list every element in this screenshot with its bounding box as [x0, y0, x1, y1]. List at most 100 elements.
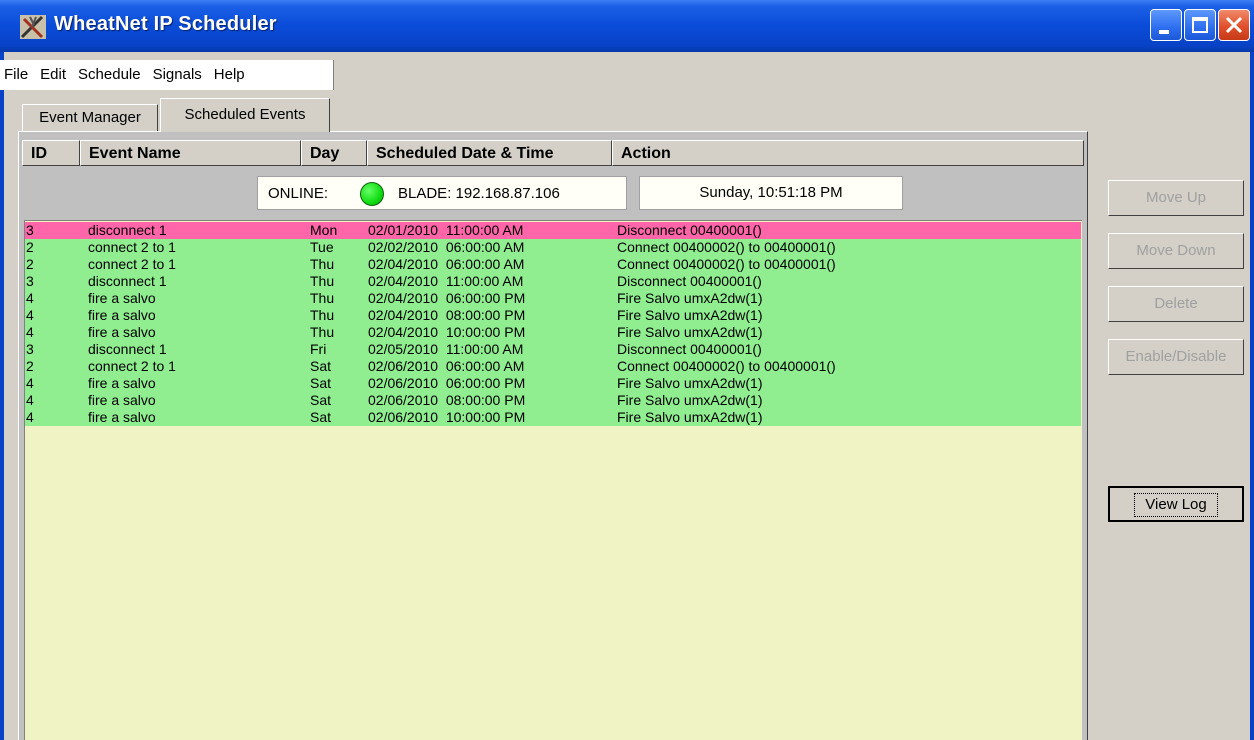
title-bar[interactable]: WheatNet IP Scheduler [0, 0, 1254, 52]
event-id: 4 [26, 409, 34, 425]
event-datetime: 02/04/2010 08:00:00 PM [368, 307, 526, 323]
table-row[interactable]: 4 fire a salvo Sat 02/06/2010 08:00:00 PM Fi… [25, 392, 1081, 409]
event-day: Tue [310, 239, 334, 255]
event-datetime: 02/06/2010 08:00:00 PM [368, 392, 526, 408]
table-row[interactable]: 3 disconnect 1 Thu 02/04/2010 11:00:00 AM Di… [25, 273, 1081, 290]
event-action: Fire Salvo umxA2dw(1) [617, 375, 763, 391]
column-header-event-name[interactable]: Event Name [80, 140, 301, 166]
column-header-row: ID Event Name Day Scheduled Date & Time … [22, 140, 1084, 166]
event-datetime: 02/06/2010 06:00:00 AM [368, 358, 525, 374]
clock-display: Sunday, 10:51:18 PM [639, 176, 903, 210]
event-datetime: 02/06/2010 10:00:00 PM [368, 409, 526, 425]
event-action: Connect 00400002() to 00400001() [617, 358, 836, 374]
column-header-scheduled-date-time[interactable]: Scheduled Date & Time [367, 140, 612, 166]
event-id: 2 [26, 239, 34, 255]
event-id: 4 [26, 307, 34, 323]
event-action: Disconnect 00400001() [617, 273, 762, 289]
event-name: connect 2 to 1 [88, 256, 176, 272]
event-action: Connect 00400002() to 00400001() [617, 256, 836, 272]
event-id: 2 [26, 256, 34, 272]
event-name: connect 2 to 1 [88, 358, 176, 374]
maximize-icon[interactable] [1184, 9, 1216, 41]
table-row[interactable]: 2 connect 2 to 1 Sat 02/06/2010 06:00:00 AM… [25, 358, 1081, 375]
event-action: Disconnect 00400001() [617, 222, 762, 238]
event-name: fire a salvo [88, 375, 156, 391]
close-icon[interactable] [1218, 9, 1250, 41]
menu-signals[interactable]: Signals [147, 60, 208, 90]
event-day: Fri [310, 341, 327, 357]
window-title: WheatNet IP Scheduler [54, 13, 277, 35]
column-header-action[interactable]: Action [612, 140, 1084, 166]
event-name: disconnect 1 [88, 341, 167, 357]
event-datetime: 02/04/2010 06:00:00 AM [368, 256, 525, 272]
delete-button[interactable]: Delete [1108, 286, 1244, 322]
event-action: Disconnect 00400001() [617, 341, 762, 357]
online-label: ONLINE: [268, 185, 329, 202]
event-datetime: 02/01/2010 11:00:00 AM [368, 222, 524, 238]
table-row[interactable]: 2 connect 2 to 1 Thu 02/04/2010 06:00:00 AM… [25, 256, 1081, 273]
minimize-icon[interactable] [1150, 9, 1182, 41]
event-name: disconnect 1 [88, 273, 167, 289]
event-datetime: 02/06/2010 06:00:00 PM [368, 375, 526, 391]
tab-scheduled-events[interactable]: Scheduled Events [160, 98, 330, 132]
event-id: 3 [26, 273, 34, 289]
column-header-id[interactable]: ID [22, 140, 80, 166]
menu-bar: File Edit Schedule Signals Help [0, 60, 334, 90]
table-row[interactable]: 4 fire a salvo Thu 02/04/2010 10:00:00 PM Fi… [25, 324, 1081, 341]
scheduler-window: WheatNet IP Scheduler File Edit Schedule… [0, 0, 1254, 740]
table-row[interactable]: 4 fire a salvo Thu 02/04/2010 08:00:00 PM Fi… [25, 307, 1081, 324]
scheduled-events-list[interactable]: 3 disconnect 1 Mon 02/01/2010 11:00:00 AM Di… [24, 220, 1082, 740]
event-day: Thu [310, 307, 335, 323]
online-indicator-icon [360, 182, 384, 206]
table-row[interactable]: 4 fire a salvo Sat 02/06/2010 06:00:00 PM Fi… [25, 375, 1081, 392]
event-datetime: 02/04/2010 10:00:00 PM [368, 324, 526, 340]
connection-status: ONLINE: BLADE: 192.168.87.106 [257, 176, 627, 210]
event-day: Thu [310, 256, 335, 272]
view-log-label: View Log [1134, 493, 1218, 517]
column-header-day[interactable]: Day [301, 140, 367, 166]
view-log-button[interactable]: View Log [1108, 486, 1244, 522]
event-id: 4 [26, 290, 34, 306]
event-action: Fire Salvo umxA2dw(1) [617, 409, 763, 425]
event-datetime: 02/04/2010 11:00:00 AM [368, 273, 524, 289]
event-id: 4 [26, 375, 34, 391]
table-row[interactable]: 4 fire a salvo Sat 02/06/2010 10:00:00 PM Fi… [25, 409, 1081, 426]
event-name: fire a salvo [88, 307, 156, 323]
wheatnet-app-icon [20, 15, 46, 39]
table-row[interactable]: 3 disconnect 1 Mon 02/01/2010 11:00:00 AM Di… [25, 222, 1081, 239]
event-datetime: 02/02/2010 06:00:00 AM [368, 239, 525, 255]
tab-event-manager[interactable]: Event Manager [22, 104, 158, 132]
event-name: fire a salvo [88, 324, 156, 340]
event-id: 3 [26, 341, 34, 357]
event-day: Thu [310, 290, 335, 306]
menu-help[interactable]: Help [208, 60, 251, 90]
event-name: fire a salvo [88, 392, 156, 408]
menu-file[interactable]: File [0, 60, 34, 90]
menu-edit[interactable]: Edit [34, 60, 72, 90]
event-day: Mon [310, 222, 338, 238]
event-day: Thu [310, 273, 335, 289]
table-row[interactable]: 3 disconnect 1 Fri 02/05/2010 11:00:00 AM Di… [25, 341, 1081, 358]
event-day: Sat [310, 392, 332, 408]
event-id: 4 [26, 324, 34, 340]
table-row[interactable]: 4 fire a salvo Thu 02/04/2010 06:00:00 PM Fi… [25, 290, 1081, 307]
move-up-button[interactable]: Move Up [1108, 180, 1244, 216]
event-name: fire a salvo [88, 409, 156, 425]
enable-disable-button[interactable]: Enable/Disable [1108, 339, 1244, 375]
event-datetime: 02/05/2010 11:00:00 AM [368, 341, 524, 357]
event-name: connect 2 to 1 [88, 239, 176, 255]
event-datetime: 02/04/2010 06:00:00 PM [368, 290, 526, 306]
table-row[interactable]: 2 connect 2 to 1 Tue 02/02/2010 06:00:00 AM… [25, 239, 1081, 256]
event-action: Fire Salvo umxA2dw(1) [617, 290, 763, 306]
move-down-button[interactable]: Move Down [1108, 233, 1244, 269]
event-id: 3 [26, 222, 34, 238]
event-action: Fire Salvo umxA2dw(1) [617, 324, 763, 340]
menu-schedule[interactable]: Schedule [72, 60, 147, 90]
event-day: Sat [310, 358, 332, 374]
event-name: fire a salvo [88, 290, 156, 306]
event-day: Thu [310, 324, 335, 340]
event-id: 4 [26, 392, 34, 408]
event-action: Fire Salvo umxA2dw(1) [617, 307, 763, 323]
window-border-right [1250, 52, 1254, 740]
event-day: Sat [310, 375, 332, 391]
